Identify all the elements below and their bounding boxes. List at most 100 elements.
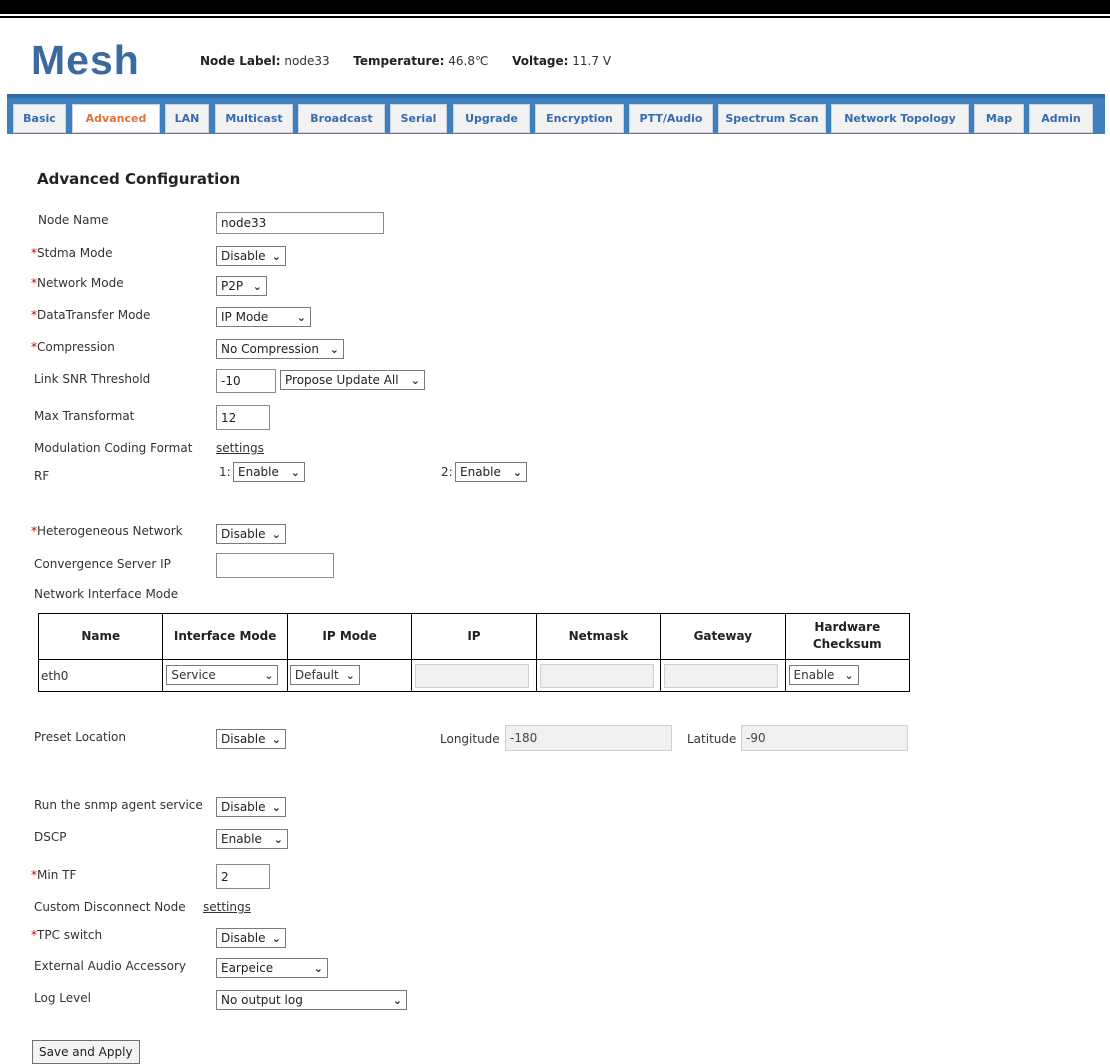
chevron-down-icon: ⌄ (264, 668, 274, 682)
temperature-value: 46.8℃ (448, 54, 489, 68)
row-interface-mode-cell: Service ⌄ (162, 658, 288, 693)
ext-audio-select[interactable]: Earpeice ⌄ (216, 958, 328, 978)
chevron-down-icon: ⌄ (290, 466, 300, 479)
convergence-ip-input[interactable] (216, 553, 334, 578)
ext-audio-label: External Audio Accessory (34, 959, 186, 973)
ip-mode-select[interactable]: Default ⌄ (289, 664, 360, 685)
rf1-select[interactable]: Enable ⌄ (233, 462, 305, 482)
row-checksum-cell: Enable ⌄ (784, 658, 911, 693)
node-label-value: node33 (284, 54, 330, 68)
checksum-select[interactable]: Enable ⌄ (788, 664, 859, 685)
ip-field[interactable] (415, 663, 530, 688)
interface-mode-select[interactable]: Service ⌄ (166, 664, 279, 685)
stdma-mode-select[interactable]: Disable ⌄ (216, 246, 286, 266)
col-hardware-checksum: Hardware Checksum (784, 613, 911, 660)
tab-upgrade[interactable]: Upgrade (453, 104, 530, 133)
chevron-down-icon: ⌄ (345, 668, 355, 682)
chevron-down-icon: ⌄ (271, 932, 281, 945)
custom-disconnect-settings-link[interactable]: settings (203, 900, 251, 914)
mcf-settings-link[interactable]: settings (216, 441, 264, 455)
tab-admin[interactable]: Admin (1029, 104, 1093, 133)
chevron-down-icon: ⌄ (296, 311, 306, 324)
row-ip-cell (411, 658, 537, 693)
chevron-down-icon: ⌄ (273, 833, 283, 846)
gateway-field[interactable] (664, 663, 779, 688)
node-label-key: Node Label: (200, 54, 281, 68)
hetero-network-label: *Heterogeneous Network (31, 524, 183, 538)
tab-encryption[interactable]: Encryption (535, 104, 624, 133)
row-name: eth0 (41, 668, 69, 683)
col-gateway: Gateway (660, 613, 786, 660)
mcf-label: Modulation Coding Format (34, 441, 193, 455)
compression-select[interactable]: No Compression ⌄ (216, 339, 344, 359)
latitude-label: Latitude (687, 732, 737, 746)
tab-ptt-audio[interactable]: PTT/Audio (629, 104, 713, 133)
tab-lan[interactable]: LAN (165, 104, 209, 133)
preset-location-label: Preset Location (34, 730, 126, 744)
tab-spectrum-scan[interactable]: Spectrum Scan (718, 104, 826, 133)
tab-bar: Basic Advanced LAN Multicast Broadcast S… (7, 94, 1105, 134)
hetero-network-select[interactable]: Disable ⌄ (216, 524, 286, 544)
voltage-value: 11.7 V (572, 54, 612, 68)
network-mode-select[interactable]: P2P ⌄ (216, 276, 267, 296)
rf1-prefix: 1: (219, 465, 231, 479)
save-and-apply-button[interactable]: Save and Apply (32, 1040, 140, 1064)
rf2-select[interactable]: Enable ⌄ (455, 462, 527, 482)
chevron-down-icon: ⌄ (313, 962, 323, 975)
dscp-select[interactable]: Enable ⌄ (216, 829, 288, 849)
app-logo: Mesh (31, 37, 140, 83)
net-if-mode-label: Network Interface Mode (34, 587, 179, 601)
tab-broadcast[interactable]: Broadcast (298, 104, 385, 133)
tpc-switch-label: *TPC switch (31, 928, 103, 942)
col-name: Name (37, 613, 164, 660)
chevron-down-icon: ⌄ (844, 668, 854, 682)
convergence-ip-label: Convergence Server IP (34, 557, 171, 571)
rf2-prefix: 2: (441, 465, 453, 479)
tab-map[interactable]: Map (974, 104, 1024, 133)
min-tf-input[interactable] (216, 864, 270, 889)
top-black-bar (0, 0, 1110, 14)
chevron-down-icon: ⌄ (392, 994, 402, 1007)
log-level-label: Log Level (34, 991, 91, 1005)
chevron-down-icon: ⌄ (271, 733, 281, 746)
log-level-select[interactable]: No output log ⌄ (216, 990, 407, 1010)
node-name-label: Node Name (38, 213, 109, 227)
tab-basic[interactable]: Basic (13, 104, 66, 133)
snmp-select[interactable]: Disable ⌄ (216, 797, 286, 817)
interface-table: Name Interface Mode IP Mode IP Netmask G… (37, 613, 911, 693)
snmp-label: Run the snmp agent service (34, 798, 203, 812)
datatransfer-mode-select[interactable]: IP Mode ⌄ (216, 307, 311, 327)
table-row: eth0 Service ⌄ Default ⌄ Enable ⌄ (37, 658, 911, 693)
latitude-input[interactable] (741, 725, 908, 751)
node-name-input[interactable] (216, 212, 384, 234)
link-snr-propose-select[interactable]: Propose Update All ⌄ (280, 370, 425, 390)
chevron-down-icon: ⌄ (271, 250, 281, 263)
datatransfer-mode-label: *DataTransfer Mode (31, 308, 151, 322)
min-tf-label: *Min TF (31, 868, 77, 882)
row-netmask-cell (535, 658, 662, 693)
longitude-input[interactable] (505, 725, 672, 751)
longitude-label: Longitude (440, 732, 500, 746)
tab-multicast[interactable]: Multicast (215, 104, 293, 133)
row-name-cell: eth0 (37, 658, 164, 693)
preset-location-select[interactable]: Disable ⌄ (216, 729, 286, 749)
chevron-down-icon: ⌄ (329, 343, 339, 356)
max-transformat-label: Max Transformat (34, 409, 135, 423)
temperature-key: Temperature: (353, 54, 445, 68)
page-title: Advanced Configuration (37, 170, 241, 188)
row-ip-mode-cell: Default ⌄ (286, 658, 413, 693)
chevron-down-icon: ⌄ (512, 466, 522, 479)
link-snr-input[interactable] (216, 369, 276, 393)
col-ip: IP (411, 613, 537, 660)
max-transformat-input[interactable] (216, 405, 270, 430)
chevron-down-icon: ⌄ (252, 280, 262, 293)
stdma-mode-label: *Stdma Mode (31, 246, 113, 260)
netmask-field[interactable] (539, 663, 654, 688)
voltage-key: Voltage: (512, 54, 569, 68)
tab-advanced[interactable]: Advanced (72, 104, 160, 133)
status-line: Node Label: node33 Temperature: 46.8℃ Vo… (200, 54, 611, 68)
tab-serial[interactable]: Serial (390, 104, 447, 133)
tpc-switch-select[interactable]: Disable ⌄ (216, 928, 286, 948)
tab-network-topology[interactable]: Network Topology (831, 104, 969, 133)
col-interface-mode: Interface Mode (162, 613, 288, 660)
